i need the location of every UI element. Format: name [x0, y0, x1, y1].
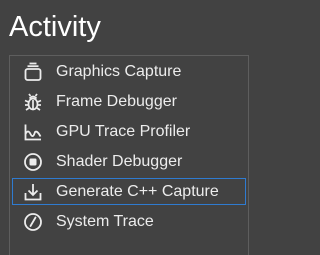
bug-icon — [23, 92, 43, 112]
activity-list: Graphics Capture Frame Debugger GPU Trac… — [9, 55, 249, 255]
download-tray-icon — [23, 182, 43, 202]
activity-label: System Trace — [56, 212, 154, 230]
page-title: Activity — [9, 11, 101, 43]
activity-item-shader-debugger[interactable]: Shader Debugger — [12, 148, 246, 175]
activity-item-graphics-capture[interactable]: Graphics Capture — [12, 58, 246, 85]
activity-label: GPU Trace Profiler — [56, 122, 191, 140]
activity-item-frame-debugger[interactable]: Frame Debugger — [12, 88, 246, 115]
activity-label: Graphics Capture — [56, 62, 182, 80]
activity-label: Generate C++ Capture — [56, 182, 219, 200]
activity-item-gpu-trace-profiler[interactable]: GPU Trace Profiler — [12, 118, 246, 145]
chart-icon — [23, 122, 43, 142]
activity-item-generate-cpp-capture[interactable]: Generate C++ Capture — [12, 178, 246, 205]
activity-item-system-trace[interactable]: System Trace — [12, 208, 246, 235]
graphics-capture-icon — [23, 62, 43, 82]
activity-label: Frame Debugger — [56, 92, 177, 110]
gauge-icon — [23, 212, 43, 232]
shader-icon — [23, 152, 43, 172]
activity-label: Shader Debugger — [56, 152, 183, 170]
